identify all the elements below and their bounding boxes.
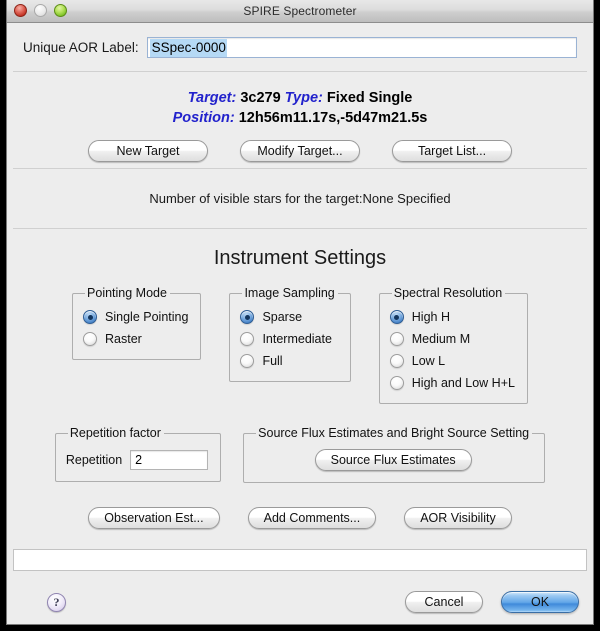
target-info-section: Target: 3c279 Type: Fixed Single Positio…: [7, 72, 593, 168]
window-title: SPIRE Spectrometer: [243, 4, 357, 18]
instrument-groups-row: Pointing Mode Single Pointing Raster Ima…: [7, 286, 593, 404]
zoom-button[interactable]: [54, 4, 67, 17]
radio-label: Intermediate: [262, 332, 332, 346]
radio-indicator-icon: [83, 310, 98, 324]
radio-high-h[interactable]: High H: [389, 306, 515, 328]
radio-label: High and Low H+L: [411, 376, 515, 390]
spire-spectrometer-window: SPIRE Spectrometer Unique AOR Label: SSp…: [6, 0, 594, 625]
source-flux-legend: Source Flux Estimates and Bright Source …: [258, 426, 530, 440]
target-value: 3c279: [240, 90, 281, 106]
window-footer: ? Cancel OK: [7, 580, 593, 624]
type-key: Type:: [284, 90, 323, 106]
position-line: Position: 12h56m11.17s,-5d47m21.5s: [7, 108, 593, 128]
minimize-button[interactable]: [34, 4, 47, 17]
repetition-label: Repetition: [65, 453, 123, 467]
aor-label-row: Unique AOR Label: SSpec-0000: [7, 23, 593, 71]
radio-label: Sparse: [262, 310, 303, 324]
repetition-flux-row: Repetition factor Repetition 2 Source Fl…: [7, 404, 593, 483]
radio-single-pointing[interactable]: Single Pointing: [83, 306, 188, 328]
visible-stars-text: Number of visible stars for the target:N…: [149, 191, 451, 206]
radio-low-l[interactable]: Low L: [389, 350, 515, 372]
add-comments-button[interactable]: Add Comments...: [247, 507, 377, 529]
radio-label: Low L: [411, 354, 446, 368]
radio-label: Full: [262, 354, 283, 368]
radio-label: High H: [411, 310, 450, 324]
radio-label: Medium M: [411, 332, 471, 346]
pointing-mode-group: Pointing Mode Single Pointing Raster: [72, 286, 202, 360]
modify-target-button[interactable]: Modify Target...: [240, 140, 360, 162]
repetition-line: Repetition 2: [65, 446, 209, 472]
pointing-mode-legend: Pointing Mode: [87, 286, 167, 300]
window-titlebar: SPIRE Spectrometer: [7, 0, 593, 23]
radio-indicator-icon: [389, 376, 404, 390]
repetition-input[interactable]: 2: [130, 450, 209, 470]
instrument-settings-heading: Instrument Settings: [213, 247, 387, 269]
target-buttons-row: New Target Modify Target... Target List.…: [7, 140, 593, 162]
image-sampling-group: Image Sampling Sparse Intermediate Full: [229, 286, 351, 382]
status-bar: [13, 549, 587, 571]
source-flux-group: Source Flux Estimates and Bright Source …: [243, 426, 546, 483]
radio-label: Raster: [105, 332, 142, 346]
target-list-button[interactable]: Target List...: [392, 140, 512, 162]
radio-raster[interactable]: Raster: [83, 328, 188, 350]
radio-full[interactable]: Full: [240, 350, 337, 372]
position-value: 12h56m11.17s,-5d47m21.5s: [238, 110, 428, 126]
aor-label-value: SSpec-0000: [149, 38, 227, 57]
radio-indicator-icon: [240, 332, 255, 346]
window-content: Unique AOR Label: SSpec-0000 Target: 3c2…: [7, 23, 593, 580]
target-line: Target: 3c279 Type: Fixed Single: [7, 88, 593, 108]
spectral-resolution-group: Spectral Resolution High H Medium M Low …: [378, 286, 528, 404]
observation-est-button[interactable]: Observation Est...: [88, 507, 220, 529]
repetition-factor-legend: Repetition factor: [69, 426, 161, 440]
radio-indicator-icon: [389, 310, 404, 324]
action-buttons-row: Observation Est... Add Comments... AOR V…: [7, 483, 593, 529]
radio-indicator-icon: [389, 354, 404, 368]
cancel-button[interactable]: Cancel: [405, 591, 483, 613]
new-target-button[interactable]: New Target: [88, 140, 208, 162]
footer-buttons: Cancel OK: [405, 591, 579, 613]
ok-button[interactable]: OK: [501, 591, 579, 613]
close-button[interactable]: [14, 4, 27, 17]
help-icon[interactable]: ?: [47, 592, 66, 612]
radio-indicator-icon: [389, 332, 404, 346]
radio-label: Single Pointing: [105, 310, 189, 324]
position-key: Position:: [172, 110, 235, 126]
radio-intermediate[interactable]: Intermediate: [240, 328, 337, 350]
source-flux-estimates-button[interactable]: Source Flux Estimates: [314, 449, 472, 471]
target-key: Target:: [187, 90, 237, 106]
traffic-light-group: [14, 4, 67, 17]
aor-label-caption: Unique AOR Label:: [23, 40, 139, 55]
radio-indicator-icon: [240, 354, 255, 368]
repetition-factor-group: Repetition factor Repetition 2: [54, 426, 222, 482]
type-value: Fixed Single: [326, 90, 413, 106]
radio-high-and-low[interactable]: High and Low H+L: [389, 372, 515, 394]
radio-sparse[interactable]: Sparse: [240, 306, 337, 328]
aor-label-input[interactable]: SSpec-0000: [146, 37, 577, 58]
radio-indicator-icon: [240, 310, 255, 324]
aor-visibility-button[interactable]: AOR Visibility: [404, 507, 512, 529]
radio-medium-m[interactable]: Medium M: [389, 328, 515, 350]
radio-indicator-icon: [83, 332, 98, 346]
spectral-resolution-legend: Spectral Resolution: [393, 286, 503, 300]
source-flux-inner: Source Flux Estimates: [254, 446, 532, 473]
image-sampling-legend: Image Sampling: [244, 286, 335, 300]
